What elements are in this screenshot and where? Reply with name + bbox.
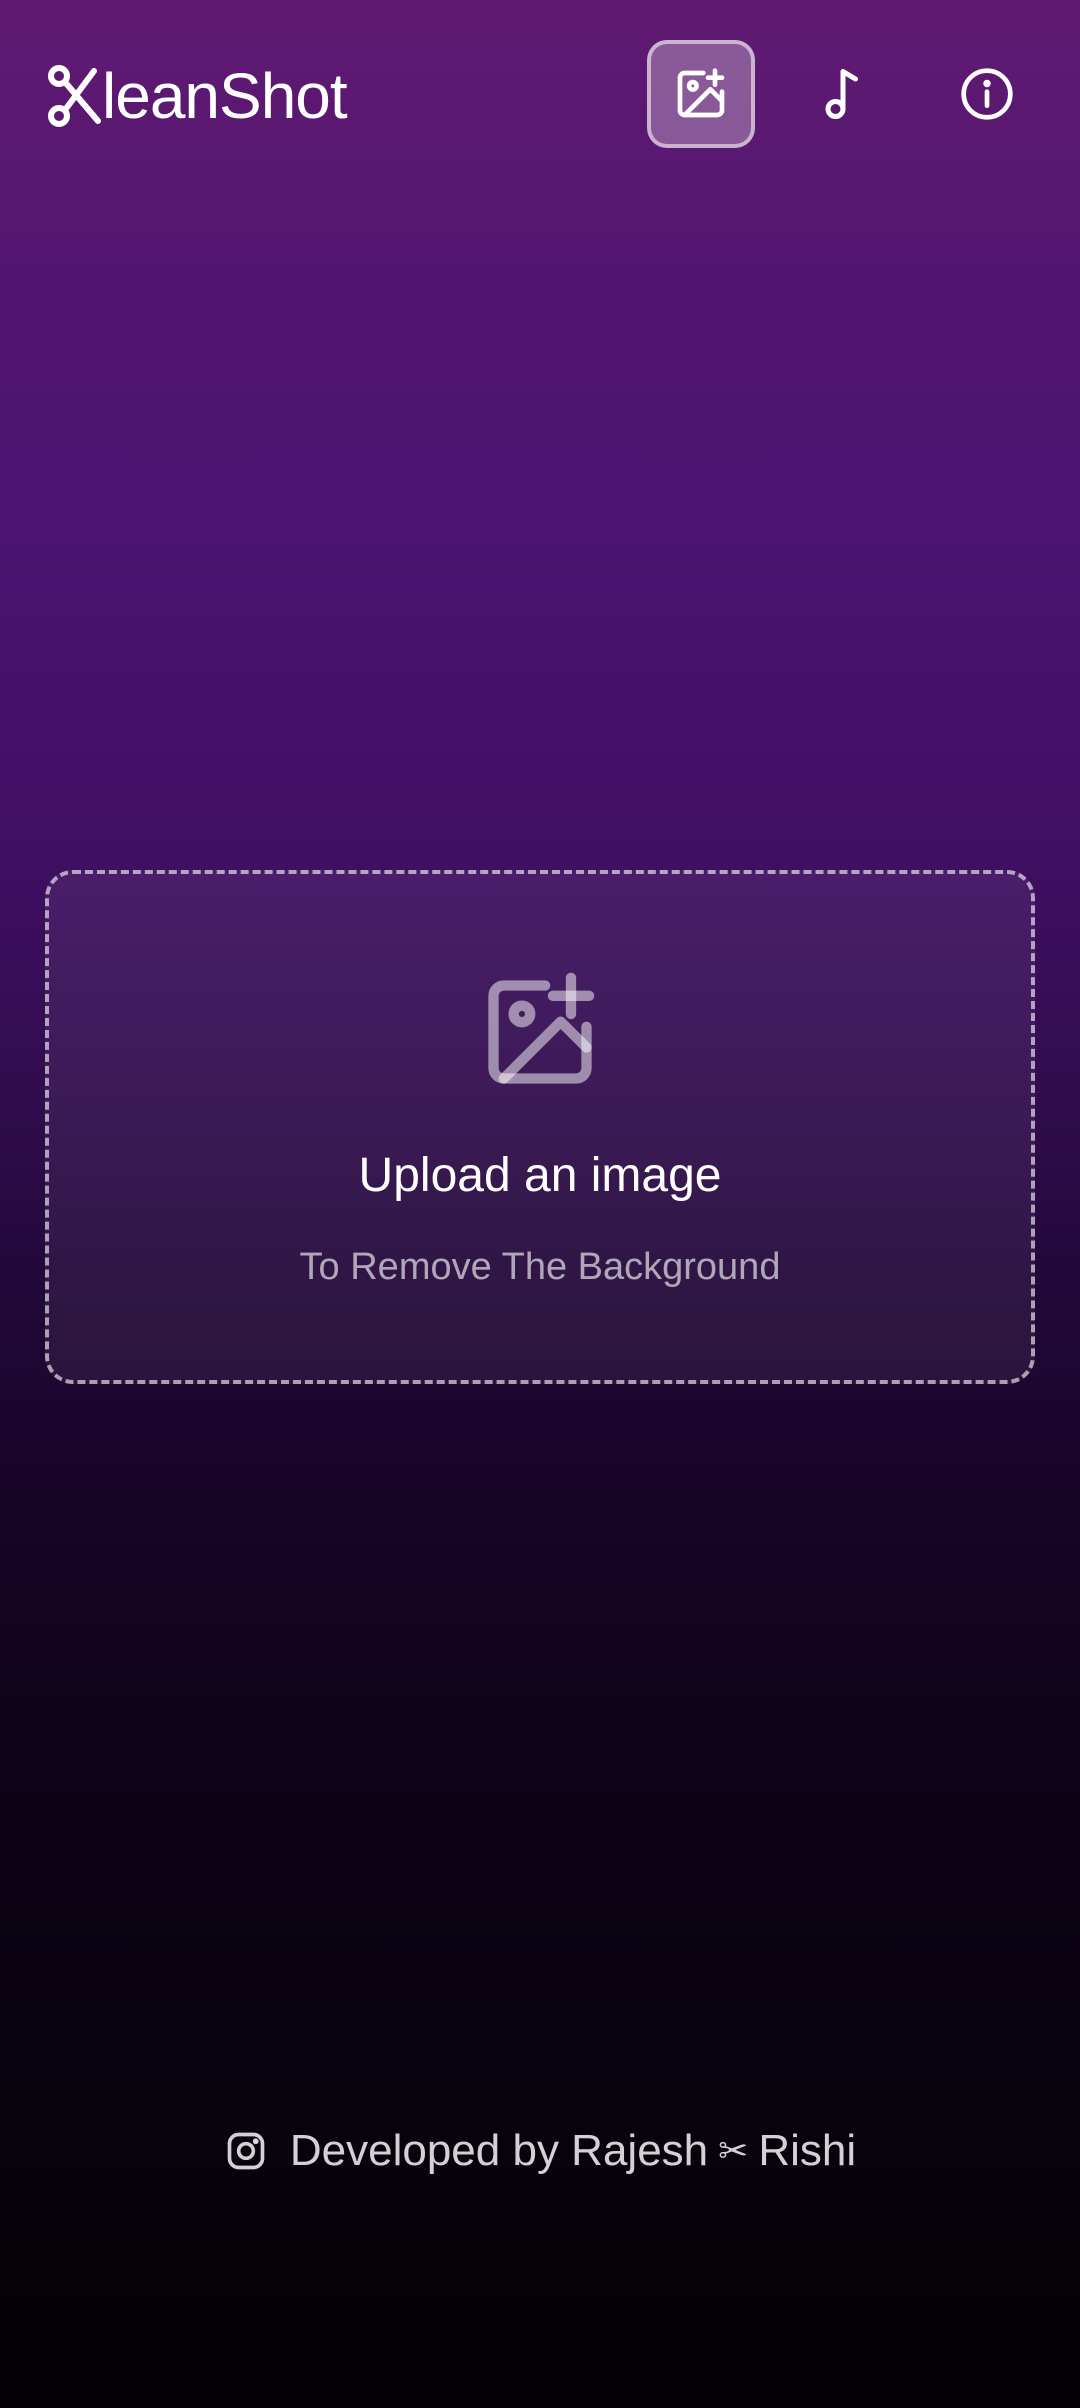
developer-credit[interactable]: Developed by Rajesh ✂ Rishi [0,2126,1080,2176]
image-plus-icon [677,68,725,118]
info-nav-button[interactable] [933,40,1041,148]
upload-image-nav-button[interactable] [647,40,755,148]
info-icon [961,68,1013,120]
image-plus-icon [488,972,595,1084]
credit-prefix: Developed by Rajesh [289,2126,709,2175]
scissors-k-icon [48,65,101,127]
music-note-icon [825,69,858,119]
upload-subtitle: To Remove The Background [299,1246,781,1288]
app-logo: leanShot [48,58,348,134]
music-nav-button[interactable] [789,40,897,148]
upload-drop-zone[interactable]: Upload an image To Remove The Background [45,870,1035,1384]
logo-text: leanShot [102,60,348,132]
scissors-separator: ✂ [718,2130,749,2171]
instagram-icon [227,2132,265,2170]
credit-suffix: Rishi [758,2126,857,2175]
app-root: leanShot Upload an image To Remove The B… [0,0,1080,2408]
upload-title: Upload an image [358,1149,722,1202]
